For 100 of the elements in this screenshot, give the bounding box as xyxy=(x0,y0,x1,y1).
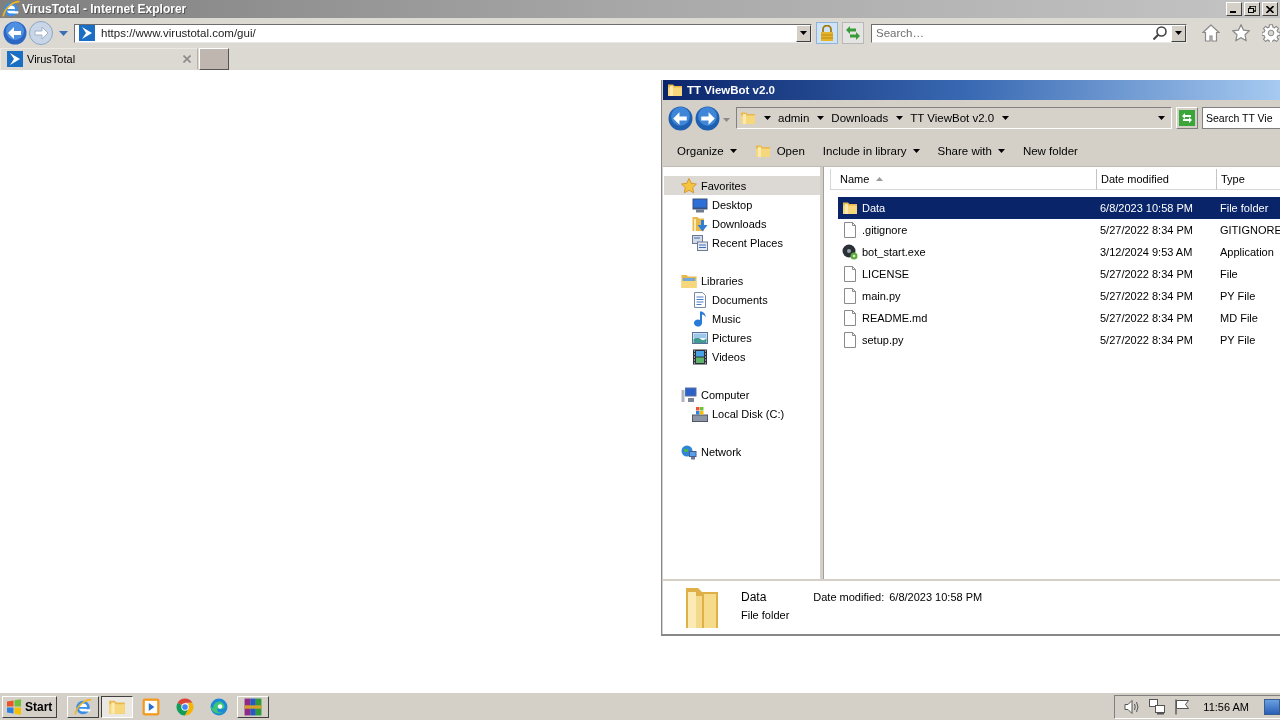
caret-icon xyxy=(729,149,737,153)
file-row[interactable]: bot_start.exe 3/12/2024 9:53 AM Application xyxy=(838,241,1280,263)
nav-item[interactable]: Downloads xyxy=(663,214,820,233)
toolbar-button[interactable]: New folder xyxy=(1016,142,1084,160)
file-row[interactable]: setup.py 5/27/2022 8:34 PM PY File xyxy=(838,329,1280,351)
close-button[interactable] xyxy=(1262,2,1278,16)
folder-icon xyxy=(754,143,771,159)
refresh-arrows-icon xyxy=(1179,110,1195,126)
breadcrumb-item[interactable]: Downloads xyxy=(831,112,889,124)
file-date: 5/27/2022 8:34 PM xyxy=(1099,334,1194,346)
breadcrumb-item[interactable]: admin xyxy=(778,112,810,124)
toolbar-button[interactable]: Open xyxy=(748,140,811,162)
document-icon xyxy=(692,291,708,308)
file-name: LICENSE xyxy=(862,268,910,280)
file-name: Data xyxy=(862,202,886,214)
site-logo-icon xyxy=(7,51,23,67)
toolbar-button[interactable]: Organize xyxy=(671,142,743,160)
file-icon xyxy=(842,288,858,304)
file-name: bot_start.exe xyxy=(862,246,926,258)
browser-tab[interactable]: VirusTotal xyxy=(0,48,198,70)
file-type: File folder xyxy=(1219,202,1270,214)
file-row[interactable]: README.md 5/27/2022 8:34 PM MD File xyxy=(838,307,1280,329)
search-field[interactable]: Search… xyxy=(871,23,1187,43)
refresh-button[interactable] xyxy=(842,22,864,44)
windows-logo-icon xyxy=(6,698,22,715)
breadcrumb-item[interactable]: TT ViewBot v2.0 xyxy=(910,112,995,124)
file-name: main.py xyxy=(862,290,901,302)
sort-arrow-icon xyxy=(876,177,884,181)
minimize-button[interactable] xyxy=(1226,2,1242,16)
back-button[interactable] xyxy=(3,21,27,45)
recent-pages-caret-icon[interactable] xyxy=(59,30,68,36)
e-logo-icon xyxy=(74,697,93,716)
file-icon xyxy=(842,222,858,238)
back-button[interactable] xyxy=(668,105,693,131)
start-button[interactable]: Start xyxy=(2,695,58,718)
nav-item[interactable]: Network xyxy=(663,442,820,461)
refresh-arrows-icon xyxy=(845,25,861,41)
forward-button[interactable] xyxy=(695,105,720,131)
drive-icon xyxy=(692,405,708,422)
address-bar[interactable]: admin Downloads TT ViewBot v2.0 xyxy=(736,107,1172,129)
nav-item[interactable]: Videos xyxy=(663,347,820,366)
folder-icon xyxy=(667,82,683,98)
toolbar-button[interactable]: Share with xyxy=(931,142,1011,160)
security-report-button[interactable] xyxy=(816,22,838,44)
caret-icon xyxy=(1158,116,1165,120)
file-name: README.md xyxy=(862,312,928,324)
caret-icon xyxy=(800,31,807,35)
toolbar-button[interactable]: Include in library xyxy=(816,142,926,160)
nav-item[interactable]: Recent Places xyxy=(663,233,820,252)
caret-icon xyxy=(764,116,771,120)
folder-icon xyxy=(842,200,858,216)
address-field[interactable]: https://www.virustotal.com/gui/ xyxy=(74,23,812,43)
network-icon[interactable] xyxy=(1149,698,1166,715)
nav-item[interactable]: Music xyxy=(663,309,820,328)
swirl-logo-icon xyxy=(210,697,229,716)
search-field[interactable]: Search TT Vie xyxy=(1202,107,1280,129)
file-date: 6/8/2023 10:58 PM xyxy=(1099,202,1194,214)
restore-button[interactable] xyxy=(1244,2,1260,16)
address-dropdown-button[interactable] xyxy=(796,24,811,42)
show-desktop-button[interactable] xyxy=(1264,698,1280,715)
nav-item[interactable]: Favorites xyxy=(664,176,820,195)
nav-item[interactable]: Local Disk (C:) xyxy=(663,404,820,423)
nav-item[interactable]: Documents xyxy=(663,290,820,309)
speaker-icon[interactable] xyxy=(1124,698,1141,715)
search-icon[interactable] xyxy=(1153,25,1167,40)
caret-icon xyxy=(817,116,825,120)
nav-item[interactable]: Pictures xyxy=(663,328,820,347)
home-icon[interactable] xyxy=(1202,24,1220,42)
site-logo-icon xyxy=(79,25,95,41)
column-header[interactable]: Name xyxy=(830,169,1096,190)
new-tab-button[interactable] xyxy=(199,48,229,70)
file-row[interactable]: Data 6/8/2023 10:58 PM File folder xyxy=(838,197,1280,219)
clock[interactable]: 11:56 AM xyxy=(1203,700,1249,713)
recent-places-icon xyxy=(692,234,708,251)
nav-item[interactable]: Libraries xyxy=(663,271,820,290)
globe-monitor-icon xyxy=(681,443,697,460)
window-title: TT ViewBot v2.0 xyxy=(687,84,775,96)
caret-icon xyxy=(912,149,920,153)
nav-item[interactable]: Desktop xyxy=(663,195,820,214)
flag-icon[interactable] xyxy=(1174,698,1191,715)
file-row[interactable]: main.py 5/27/2022 8:34 PM PY File xyxy=(838,285,1280,307)
caret-icon xyxy=(1002,116,1010,120)
file-row[interactable]: LICENSE 5/27/2022 8:34 PM File xyxy=(838,263,1280,285)
restore-icon xyxy=(1248,5,1256,13)
music-note-icon xyxy=(692,310,708,327)
nav-item[interactable]: Computer xyxy=(663,385,820,404)
file-date: 5/27/2022 8:34 PM xyxy=(1099,312,1194,324)
file-type: PY File xyxy=(1219,290,1257,302)
folder-icon xyxy=(740,110,756,126)
file-icon xyxy=(842,266,858,282)
favorites-star-icon[interactable] xyxy=(1232,24,1250,42)
taskbar-button[interactable] xyxy=(101,695,134,718)
books-icon xyxy=(244,697,263,716)
round-logo-icon xyxy=(176,697,195,716)
program-icon xyxy=(842,244,858,260)
file-icon xyxy=(842,310,858,326)
column-header[interactable]: Type xyxy=(1216,169,1280,190)
column-header[interactable]: Date modified xyxy=(1096,169,1216,190)
caret-icon xyxy=(997,149,1005,153)
gear-icon[interactable] xyxy=(1262,24,1280,42)
